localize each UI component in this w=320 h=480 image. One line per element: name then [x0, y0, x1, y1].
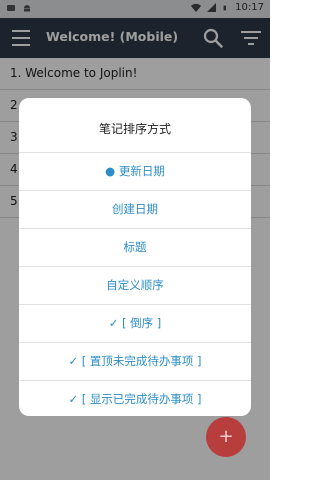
toggle-reverse-order[interactable]: ✓ [ 倒序 ]	[19, 305, 251, 343]
sort-option-created-date[interactable]: 创建日期	[19, 191, 251, 229]
app-screen: 10:17 Welcome! (Mobile) 1. Welcome to Jo…	[0, 0, 270, 480]
toggle-pin-uncompleted-todos[interactable]: ✓ [ 置顶未完成待办事项 ]	[19, 343, 251, 381]
dialog-title: 笔记排序方式	[19, 98, 251, 153]
sort-option-updated-date[interactable]: ● 更新日期	[19, 153, 251, 191]
sort-option-custom-order[interactable]: 自定义顺序	[19, 267, 251, 305]
sort-dialog: 笔记排序方式 ● 更新日期 创建日期 标题 自定义顺序 ✓ [ 倒序 ] ✓ […	[19, 98, 251, 416]
sort-option-title[interactable]: 标题	[19, 229, 251, 267]
add-note-button[interactable]: +	[206, 417, 246, 457]
toggle-show-completed-todos[interactable]: ✓ [ 显示已完成待办事项 ]	[19, 381, 251, 416]
